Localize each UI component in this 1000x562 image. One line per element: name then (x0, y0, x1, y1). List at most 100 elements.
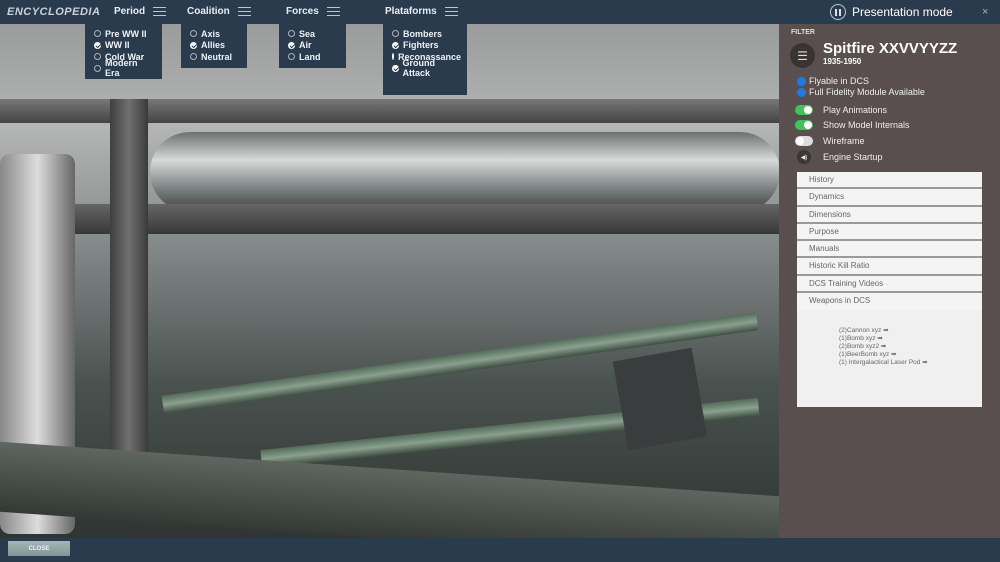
weapons-list: (2)Cannon xyz ➡ (1)Bomb xyz ➡ (2)Bomb xy… (839, 327, 928, 367)
section-manuals[interactable]: Manuals (797, 241, 982, 259)
arrow-right-icon: ➡ (922, 359, 928, 366)
dropdown-coalition: Axis Allies Neutral (181, 24, 247, 68)
arrow-right-icon: ➡ (880, 343, 887, 350)
option-axis[interactable]: Axis (190, 28, 239, 40)
check-circle-icon (797, 76, 806, 86)
badge-label: Full Fidelity Module Available (809, 87, 925, 97)
instrument-box (612, 347, 708, 451)
weapon-label: (2)Cannon xyz (839, 327, 882, 334)
option-label: Air (299, 40, 312, 51)
menu-label: Coalition (187, 6, 230, 17)
option-label: Modern Era (104, 58, 138, 79)
option-label: Ground Attack (402, 58, 436, 79)
section-dimensions[interactable]: Dimensions (797, 206, 982, 224)
radio-icon (94, 30, 101, 38)
weapon-item[interactable]: (2)Cannon xyz ➡ (839, 327, 928, 335)
close-button[interactable]: CLOSE (8, 541, 70, 556)
weapon-item[interactable]: (1) Intergalactical Laser Pod ➡ (839, 359, 928, 367)
toggle-show-model-internals[interactable]: Show Model Internals (795, 120, 910, 130)
option-label: Fighters (403, 40, 439, 51)
radio-icon (190, 53, 197, 61)
weapon-item[interactable]: (2)Bomb xyz2 ➡ (839, 343, 928, 351)
option-label: Bombers (403, 28, 443, 39)
close-icon[interactable]: × (982, 6, 988, 18)
menu-plataforms[interactable]: Plataforms (385, 6, 458, 17)
3d-model-viewport[interactable] (0, 24, 779, 538)
toggle-play-animations[interactable]: Play Animations (795, 105, 887, 115)
option-allies[interactable]: Allies (190, 40, 239, 52)
option-neutral[interactable]: Neutral (190, 51, 239, 63)
radio-checked-icon (190, 41, 197, 49)
option-label: Sea (299, 28, 316, 39)
weapon-label: (1) Intergalactical Laser Pod (839, 359, 921, 366)
sound-label: Engine Startup (823, 152, 883, 162)
toggle-label: Show Model Internals (823, 120, 910, 130)
section-dcs-training-videos[interactable]: DCS Training Videos (797, 275, 982, 294)
toggle-switch[interactable] (795, 105, 813, 115)
pause-icon (830, 4, 846, 20)
aircraft-title: Spitfire XXVVYYZZ (823, 40, 958, 57)
filter-list-icon[interactable]: ☰ (790, 43, 815, 68)
option-label: Neutral (201, 51, 233, 62)
weapon-label: (1)BeerBomb xyz (839, 351, 890, 358)
menu-period[interactable]: Period (114, 6, 167, 17)
badge-label: Flyable in DCS (809, 76, 870, 86)
list-icon (237, 7, 251, 16)
option-pre-ww2[interactable]: Pre WW II (94, 28, 154, 40)
section-purpose[interactable]: Purpose (797, 223, 982, 242)
menu-label: Forces (286, 6, 319, 17)
option-label: Axis (201, 28, 221, 39)
option-bombers[interactable]: Bombers (392, 28, 459, 40)
section-weapons-in-dcs[interactable]: Weapons in DCS (797, 293, 982, 311)
list-icon (444, 7, 458, 16)
badge-flyable: Flyable in DCS (797, 76, 869, 86)
speaker-icon: ◀) (797, 150, 811, 164)
section-dynamics[interactable]: Dynamics (797, 189, 982, 207)
arrow-right-icon: ➡ (883, 327, 889, 334)
info-panel: FILTER ☰ Spitfire XXVVYYZZ 1935-1950 Fly… (779, 24, 1000, 538)
list-icon (326, 7, 340, 16)
radio-checked-icon (392, 53, 394, 61)
option-ww2[interactable]: WW II (94, 40, 154, 52)
toggle-label: Wireframe (823, 136, 865, 146)
exhaust-pipe (150, 132, 779, 212)
app-title: ENCYCLOPEDIA (7, 6, 101, 18)
radio-icon (190, 30, 197, 38)
option-sea[interactable]: Sea (288, 28, 338, 40)
presentation-label: Presentation mode (852, 5, 953, 19)
bottom-bar: CLOSE (0, 538, 1000, 562)
arrow-right-icon: ➡ (891, 351, 897, 358)
toggle-label: Play Animations (823, 105, 888, 115)
dropdown-period: Pre WW II WW II Cold War Modern Era (85, 24, 162, 79)
menu-forces[interactable]: Forces (286, 6, 340, 17)
radio-checked-icon (392, 64, 399, 72)
option-label: WW II (105, 40, 130, 51)
option-air[interactable]: Air (288, 40, 338, 52)
option-fighters[interactable]: Fighters (392, 40, 459, 52)
radio-icon (288, 30, 295, 38)
option-label: Allies (201, 40, 226, 51)
menu-coalition[interactable]: Coalition (187, 6, 251, 17)
section-history[interactable]: History (797, 172, 982, 190)
weapon-item[interactable]: (1)Bomb xyz ➡ (839, 335, 928, 343)
option-label: Pre WW II (105, 28, 147, 39)
presentation-mode-button[interactable]: Presentation mode (830, 4, 953, 20)
option-ground-attack[interactable]: Ground Attack (392, 58, 459, 78)
toggle-switch[interactable] (795, 136, 813, 146)
radio-checked-icon (94, 41, 101, 49)
accordion: History Dynamics Dimensions Purpose Manu… (797, 172, 982, 407)
radio-icon (94, 53, 101, 61)
top-bar: ENCYCLOPEDIA Period Coalition Forces Pla… (0, 0, 1000, 24)
weapon-item[interactable]: (1)BeerBomb xyz ➡ (839, 351, 928, 359)
option-land[interactable]: Land (288, 51, 338, 63)
dropdown-plataforms: Bombers Fighters Reconassance Ground Att… (383, 24, 467, 95)
engine-startup-button[interactable]: ◀) Engine Startup (795, 150, 883, 164)
section-historic-kill-ratio[interactable]: Historic Kill Ratio (797, 258, 982, 276)
toggle-switch[interactable] (795, 120, 813, 130)
option-modern-era[interactable]: Modern Era (94, 58, 154, 78)
toggle-wireframe[interactable]: Wireframe (795, 136, 865, 146)
radio-checked-icon (392, 41, 399, 49)
weapon-label: (1)Bomb xyz (839, 335, 876, 342)
dropdown-forces: Sea Air Land (279, 24, 346, 68)
check-circle-icon (797, 87, 806, 97)
